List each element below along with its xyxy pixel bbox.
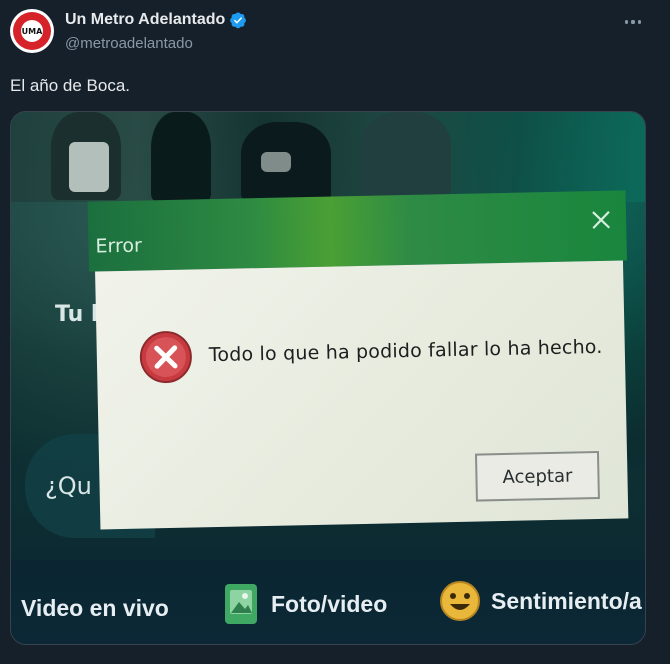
tweet-media[interactable]: Tu l ¿Qu Error Todo lo que ha podido fal… bbox=[10, 111, 646, 645]
author-name-row: Un Metro Adelantado bbox=[65, 11, 247, 29]
more-dot-icon bbox=[637, 20, 641, 24]
dialog-body: Todo lo que ha podido fallar lo ha hecho… bbox=[95, 260, 629, 530]
smile-icon bbox=[440, 581, 480, 621]
verified-badge-icon bbox=[230, 12, 247, 29]
more-dot-icon bbox=[625, 20, 629, 24]
accept-button[interactable]: Aceptar bbox=[474, 451, 600, 502]
dialog-title: Error bbox=[95, 234, 143, 258]
scene-figure bbox=[151, 112, 211, 202]
close-icon[interactable] bbox=[590, 209, 612, 231]
error-x-icon bbox=[139, 331, 192, 384]
display-name[interactable]: Un Metro Adelantado bbox=[65, 11, 225, 29]
avatar-logo: UMA bbox=[13, 12, 51, 50]
scene-figure-shirt bbox=[69, 142, 109, 192]
scene-figure bbox=[361, 112, 451, 197]
live-video-label: Video en vivo bbox=[21, 595, 169, 621]
composer-actions-bar: Video en vivo Foto/video Sentimiento/a bbox=[11, 560, 645, 644]
feeling-item[interactable]: Sentimiento/a bbox=[439, 580, 642, 622]
live-video-item[interactable]: Video en vivo bbox=[21, 595, 169, 622]
feeling-label: Sentimiento/a bbox=[491, 587, 642, 614]
avatar[interactable]: UMA bbox=[10, 9, 54, 53]
photo-video-item[interactable]: Foto/video bbox=[221, 582, 387, 626]
avatar-text: UMA bbox=[21, 20, 43, 42]
photo-icon bbox=[225, 584, 257, 624]
photo-video-label: Foto/video bbox=[271, 590, 388, 617]
background-text-query: ¿Qu bbox=[45, 472, 92, 500]
more-options-button[interactable] bbox=[620, 12, 646, 32]
dialog-title-bar: Error bbox=[87, 190, 627, 272]
error-dialog: Error Todo lo que ha podido fallar lo ha… bbox=[87, 190, 633, 531]
dialog-message: Todo lo que ha podido fallar lo ha hecho… bbox=[208, 335, 603, 367]
handle[interactable]: @metroadelantado bbox=[65, 35, 193, 52]
tweet-text: El año de Boca. bbox=[10, 76, 131, 95]
more-dot-icon bbox=[631, 20, 635, 24]
scene-hand bbox=[261, 152, 291, 172]
